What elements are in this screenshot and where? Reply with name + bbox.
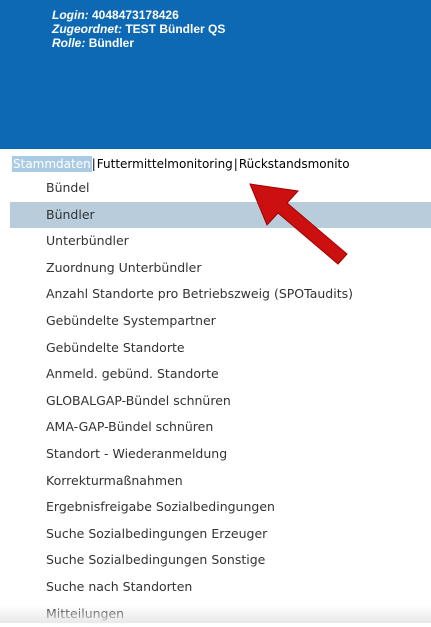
tab-rueckstandsmonitoring[interactable]: Rückstandsmonito xyxy=(238,156,351,172)
menu-item-ergebnisfreigabe-sozialbedingungen[interactable]: Ergebnisfreigabe Sozialbedingungen xyxy=(0,494,431,521)
menu-item-anzahl-standorte[interactable]: Anzahl Standorte pro Betriebszweig (SPOT… xyxy=(0,281,431,308)
tab-futtermittelmonitoring[interactable]: Futtermittelmonitoring xyxy=(96,156,234,172)
user-info-header: Login: 4048473178426 Zugeordnet: TEST Bü… xyxy=(0,0,431,149)
menu-item-gebuendelte-systempartner[interactable]: Gebündelte Systempartner xyxy=(0,308,431,335)
main-navigation-tabs: Stammdaten|Futtermittelmonitoring|Rückst… xyxy=(12,156,351,172)
assigned-row: Zugeordnet: TEST Bündler QS xyxy=(52,22,431,36)
role-value: Bündler xyxy=(89,36,134,50)
menu-item-suche-sozialbedingungen-erzeuger[interactable]: Suche Sozialbedingungen Erzeuger xyxy=(0,521,431,548)
menu-item-suche-sozialbedingungen-sonstige[interactable]: Suche Sozialbedingungen Sonstige xyxy=(0,547,431,574)
menu-item-suche-nach-standorten[interactable]: Suche nach Standorten xyxy=(0,574,431,601)
role-row: Rolle: Bündler xyxy=(52,36,431,50)
menu-item-korrekturmassnahmen[interactable]: Korrekturmaßnahmen xyxy=(0,468,431,495)
menu-item-ama-gap-buendel[interactable]: AMA-GAP-Bündel schnüren xyxy=(0,414,431,441)
stammdaten-submenu: Bündel Bündler Unterbündler Zuordnung Un… xyxy=(0,175,431,627)
role-label: Rolle: xyxy=(52,36,85,50)
assigned-value: TEST Bündler QS xyxy=(125,22,225,36)
menu-item-zuordnung-unterbuendler[interactable]: Zuordnung Unterbündler xyxy=(0,255,431,282)
login-value: 4048473178426 xyxy=(92,8,179,22)
menu-item-globalgap-buendel[interactable]: GLOBALGAP-Bündel schnüren xyxy=(0,388,431,415)
menu-item-buendler[interactable]: Bündler xyxy=(10,202,431,228)
menu-item-gebuendelte-standorte[interactable]: Gebündelte Standorte xyxy=(0,335,431,362)
menu-item-unterbuendler[interactable]: Unterbündler xyxy=(0,228,431,255)
assigned-label: Zugeordnet: xyxy=(52,22,122,36)
menu-item-anmeld-gebuend-standorte[interactable]: Anmeld. gebünd. Standorte xyxy=(0,361,431,388)
menu-item-buendel[interactable]: Bündel xyxy=(0,175,431,202)
tab-stammdaten[interactable]: Stammdaten xyxy=(12,156,92,172)
login-label: Login: xyxy=(52,8,89,22)
menu-item-standort-wiederanmeldung[interactable]: Standort - Wiederanmeldung xyxy=(0,441,431,468)
menu-item-mitteilungen[interactable]: Mitteilungen xyxy=(0,601,431,627)
login-row: Login: 4048473178426 xyxy=(52,8,431,22)
